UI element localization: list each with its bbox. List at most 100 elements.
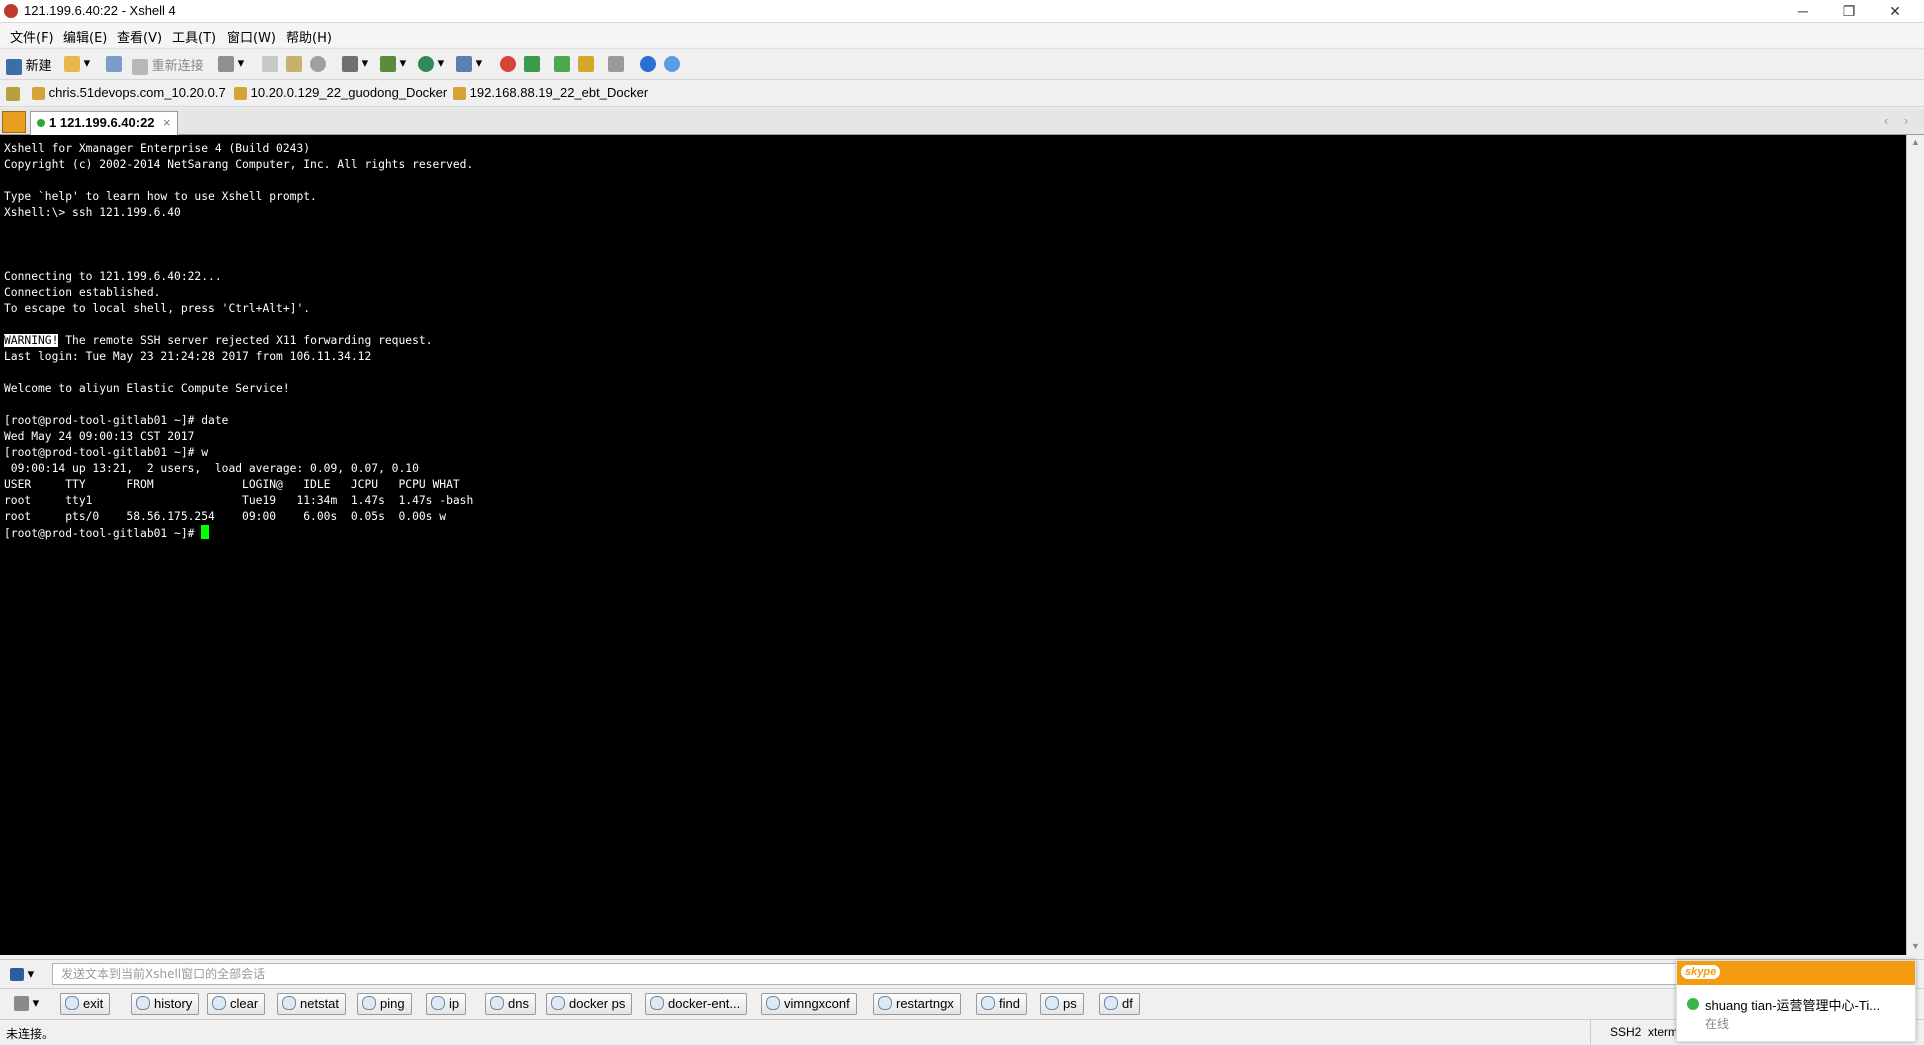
terminal-prompt: [root@prod-tool-gitlab01 ~]# (4, 527, 202, 540)
copy-button[interactable] (262, 55, 278, 73)
close-window-button[interactable]: ✕ (1872, 0, 1918, 22)
scroll-down-icon[interactable]: ▼ (1911, 941, 1920, 951)
magnifier-icon (310, 55, 326, 72)
menu-file[interactable]: 文件(F) (10, 27, 54, 46)
quick-btn-clear[interactable]: clear (207, 993, 266, 1015)
quick-command-menu-button[interactable]: ▾ (14, 995, 39, 1012)
menu-view[interactable]: 查看(V) (117, 27, 162, 46)
properties-button[interactable]: ▾ (218, 55, 244, 73)
scroll-up-icon[interactable]: ▲ (1911, 137, 1920, 147)
quick-btn-docker-ps[interactable]: docker ps (546, 993, 633, 1015)
quick-command-icon (282, 996, 296, 1010)
keyboard-icon (608, 55, 624, 72)
tab-bar: 1 121.199.6.40:22 × ‹ › (0, 108, 1924, 135)
quick-command-settings-icon (14, 996, 29, 1012)
chat-button[interactable] (664, 55, 680, 73)
quick-btn-history[interactable]: history (131, 993, 200, 1015)
quick-command-icon (65, 996, 79, 1010)
tile-button[interactable] (554, 55, 570, 73)
terminal-type-status: xterm (1648, 1025, 1678, 1039)
menu-edit[interactable]: 编辑(E) (63, 27, 107, 46)
tab-session-1[interactable]: 1 121.199.6.40:22 × (30, 111, 178, 135)
quick-btn-netstat[interactable]: netstat (277, 993, 347, 1015)
session-link-icon (453, 87, 466, 101)
connected-status-icon (37, 119, 45, 127)
tab-scroll-left-icon[interactable]: ‹ (1884, 113, 1888, 128)
terminal-output: Xshell for Xmanager Enterprise 4 (Build … (0, 135, 1906, 542)
menu-window[interactable]: 窗口(W) (227, 27, 276, 46)
compose-input[interactable]: 发送文本到当前Xshell窗口的全部会话 (52, 963, 1692, 985)
xftp-button[interactable] (500, 55, 516, 73)
help-icon (640, 55, 656, 72)
transfer-icon (380, 55, 396, 72)
font-button[interactable]: ▾ (456, 55, 482, 73)
quick-btn-ping[interactable]: ping (357, 993, 412, 1015)
properties-icon (218, 55, 234, 72)
keyboard-button[interactable] (608, 55, 624, 73)
compose-bar: ▾ 发送文本到当前Xshell窗口的全部会话 (0, 959, 1924, 988)
protocol-status: SSH2 (1610, 1025, 1642, 1039)
link-chris[interactable]: chris.51devops.com_10.20.0.7 (32, 85, 226, 101)
skype-header: skype (1677, 961, 1915, 985)
quick-command-icon (362, 996, 376, 1010)
font-icon (456, 55, 472, 72)
main-toolbar: 新建 ▾ 重新连接 ▾ ▾ ▾ ▾ ▾ (0, 48, 1924, 80)
quick-btn-label: df (1122, 996, 1133, 1011)
link-ebt-docker[interactable]: 192.168.88.19_22_ebt_Docker (453, 85, 648, 101)
quick-btn-label: clear (230, 996, 259, 1011)
quick-btn-label: vimngxconf (784, 996, 850, 1011)
compose-menu-button[interactable]: ▾ (10, 966, 34, 982)
quick-btn-restartngx[interactable]: restartngx (873, 993, 961, 1015)
chat-bubble-icon (664, 55, 680, 72)
menu-tools[interactable]: 工具(T) (172, 27, 216, 46)
session-link-icon (32, 87, 45, 101)
quick-btn-label: exit (83, 996, 104, 1011)
skype-notification[interactable]: skype shuang tian-运营管理中心-Ti... 在线 (1676, 960, 1916, 1042)
quick-btn-label: ping (380, 996, 405, 1011)
quick-btn-find[interactable]: find (976, 993, 1027, 1015)
globe-button[interactable]: ▾ (418, 55, 444, 73)
xshell-app-icon (4, 4, 18, 18)
quick-btn-docker-enter[interactable]: docker-ent... (645, 993, 748, 1015)
add-tab-icon[interactable] (2, 111, 26, 133)
terminal-lines-before-warning: Xshell for Xmanager Enterprise 4 (Build … (4, 142, 474, 315)
quick-btn-dns[interactable]: dns (485, 993, 536, 1015)
quick-btn-ip[interactable]: ip (426, 993, 467, 1015)
open-folder-button[interactable]: ▾ (64, 55, 90, 73)
quick-command-icon (490, 996, 504, 1010)
xmanager-icon (524, 55, 540, 72)
lock-button[interactable] (578, 55, 594, 73)
quick-btn-vimngxconf[interactable]: vimngxconf (761, 993, 857, 1015)
link-guodong-docker-label: 10.20.0.129_22_guodong_Docker (250, 85, 448, 100)
reconnect-icon (132, 58, 148, 75)
quick-btn-ps[interactable]: ps (1040, 993, 1084, 1015)
quick-btn-df[interactable]: df (1099, 993, 1140, 1015)
terminal-scrollbar[interactable]: ▲ ▼ (1906, 135, 1924, 955)
paste-button[interactable] (286, 55, 302, 73)
quick-command-icon (1104, 996, 1118, 1010)
find-button[interactable] (310, 55, 326, 73)
link-button[interactable] (106, 55, 122, 73)
tab-scroll-right-icon[interactable]: › (1904, 113, 1908, 128)
reconnect-button[interactable]: 重新连接 (132, 55, 204, 75)
quick-btn-label: dns (508, 996, 529, 1011)
xmanager-button[interactable] (524, 55, 540, 73)
menu-help[interactable]: 帮助(H) (286, 27, 332, 46)
terminal-area[interactable]: Xshell for Xmanager Enterprise 4 (Build … (0, 135, 1906, 955)
print-button[interactable]: ▾ (342, 55, 368, 73)
restore-button[interactable]: ❐ (1826, 0, 1872, 22)
quick-command-icon (981, 996, 995, 1010)
tile-icon (554, 55, 570, 72)
tab-close-icon[interactable]: × (163, 115, 171, 130)
warning-text: The remote SSH server rejected X11 forwa… (58, 334, 433, 347)
transfer-button[interactable]: ▾ (380, 55, 406, 73)
link-guodong-docker[interactable]: 10.20.0.129_22_guodong_Docker (234, 85, 448, 101)
quick-command-icon (878, 996, 892, 1010)
tab-label: 1 121.199.6.40:22 (49, 115, 155, 130)
new-session-button[interactable]: 新建 (6, 55, 52, 75)
minimize-button[interactable]: ─ (1780, 0, 1826, 22)
new-session-label: 新建 (25, 58, 52, 73)
lock-icon (578, 55, 594, 72)
quick-btn-exit[interactable]: exit (60, 993, 111, 1015)
help-button[interactable] (640, 55, 656, 73)
